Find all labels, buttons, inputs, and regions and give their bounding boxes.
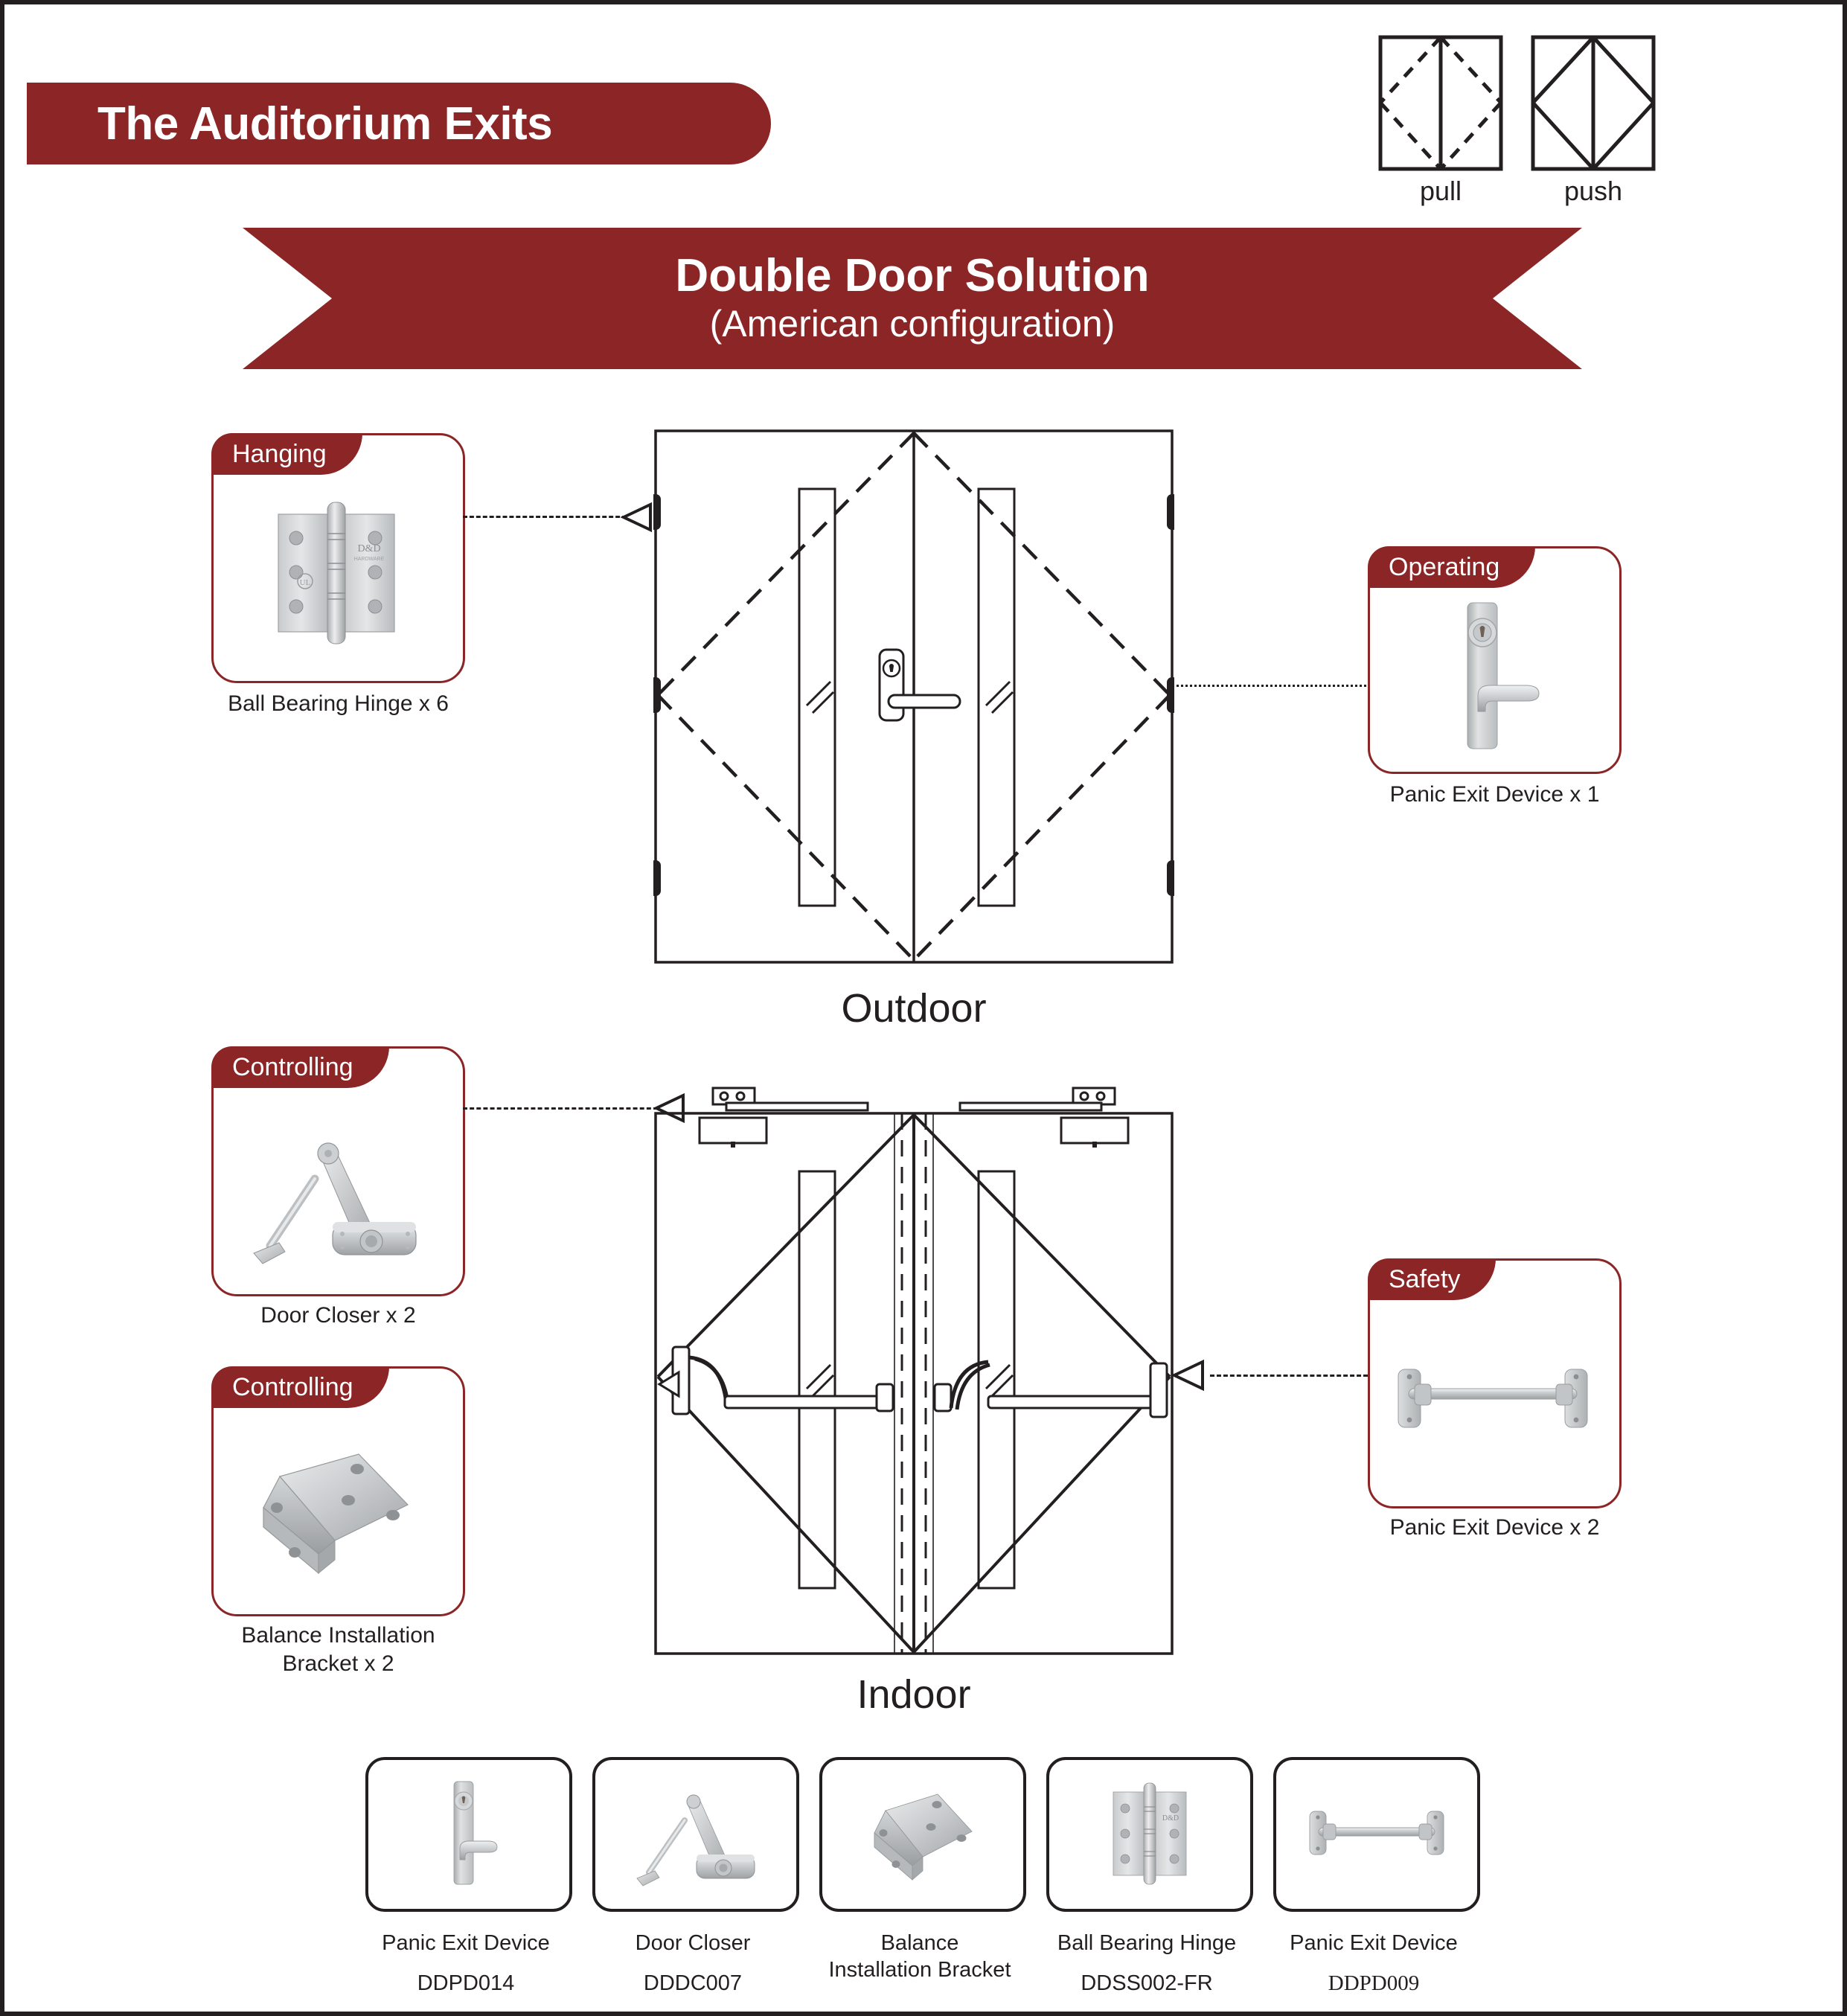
outdoor-section-label: Outdoor <box>841 986 987 1031</box>
page-title-banner: The Auditorium Exits <box>27 83 771 164</box>
product-card: D&D <box>1046 1757 1253 1912</box>
product-card <box>819 1757 1026 1912</box>
product-name: Panic Exit Device <box>382 1931 550 1955</box>
ribbon-subtitle: (American configuration) <box>709 302 1115 345</box>
door-closer-icon <box>633 1777 759 1892</box>
product-code: DDDC007 <box>643 1971 743 1995</box>
callout-tag-safety: Safety <box>1368 1258 1497 1300</box>
product-card <box>1273 1757 1480 1912</box>
callout-tag-controlling-2: Controlling <box>211 1366 389 1408</box>
callout-caption-panic2: Panic Exit Device x 2 <box>1389 1515 1600 1540</box>
product-code: DDPD009 <box>1328 1971 1420 1995</box>
poster-page: The Auditorium Exits pull push Double Do… <box>0 0 1847 2016</box>
leader-line-safety <box>1210 1375 1368 1377</box>
product-card <box>365 1757 572 1912</box>
product-card <box>592 1757 799 1912</box>
panic-push-bar-icon <box>1302 1799 1451 1870</box>
push-diagram-icon <box>1530 34 1656 172</box>
callout-safety: Safety Panic Exit Device x 2 <box>1368 1258 1622 1540</box>
svg-text:UL: UL <box>299 578 310 587</box>
ball-bearing-hinge-icon: D&D <box>1101 1777 1198 1892</box>
product-name: Panic Exit Device <box>1290 1931 1458 1955</box>
product-name-line2: Installation Bracket <box>828 1958 1011 1983</box>
product-name: Balance Installation Bracket <box>808 1930 1031 1984</box>
balance-bracket-icon <box>214 1404 458 1610</box>
callout-controlling-closer: Controlling Door Closer x 2 <box>211 1046 465 1328</box>
panic-push-bar-icon <box>1370 1296 1615 1502</box>
outdoor-door-diagram <box>653 429 1174 964</box>
leader-line-hanging <box>463 516 627 518</box>
callout-caption-hinge: Ball Bearing Hinge x 6 <box>228 691 449 716</box>
door-closer-icon <box>214 1084 458 1290</box>
balance-bracket-icon <box>863 1782 982 1887</box>
leader-arrow-hanging <box>621 502 652 533</box>
svg-text:D&D: D&D <box>357 543 380 554</box>
indoor-door-diagram <box>653 1076 1174 1657</box>
product-name: Door Closer <box>635 1931 751 1955</box>
product-name: Ball Bearing Hinge <box>1057 1931 1237 1955</box>
callout-tag-hanging: Hanging <box>211 433 362 475</box>
leader-line-closer <box>463 1107 658 1110</box>
callout-operating: Operating Panic Exit Device x 1 <box>1368 546 1622 807</box>
callout-tag-controlling-1: Controlling <box>211 1046 389 1088</box>
leader-arrow-safety <box>1171 1360 1204 1391</box>
lever-trim-escutcheon-icon <box>1370 584 1615 769</box>
callout-caption-panic1: Panic Exit Device x 1 <box>1389 782 1600 807</box>
callout-caption-bracket: Balance Installation Bracket x 2 <box>241 1623 435 1676</box>
section-ribbon: Double Door Solution (American configura… <box>243 228 1582 369</box>
ball-bearing-hinge-icon: D&D HARDWARE UL <box>214 470 458 676</box>
pull-label: pull <box>1419 176 1462 206</box>
pull-diagram-icon <box>1377 34 1504 172</box>
page-title: The Auditorium Exits <box>97 97 553 150</box>
product-strip: Panic Exit Device DDPD014 Door Closer DD… <box>354 1757 1493 1995</box>
product-code: DDPD014 <box>417 1971 515 1995</box>
indoor-section-label: Indoor <box>857 1672 971 1717</box>
callout-caption-closer: Door Closer x 2 <box>260 1303 416 1328</box>
callout-hanging: Hanging D&D HARDWARE UL Ball Bearing Hin… <box>211 433 465 716</box>
callout-tag-operating: Operating <box>1368 546 1536 588</box>
svg-text:HARDWARE: HARDWARE <box>353 557 384 562</box>
pull-push-legend: pull push <box>1377 27 1675 213</box>
svg-text:D&D: D&D <box>1162 1814 1179 1823</box>
push-label: push <box>1563 176 1623 206</box>
callout-controlling-bracket: Controlling Balance Installation Bracket… <box>211 1366 465 1676</box>
product-name-line1: Balance <box>880 1931 959 1955</box>
lever-trim-escutcheon-icon <box>435 1777 503 1892</box>
product-code: DDSS002-FR <box>1081 1971 1213 1995</box>
ribbon-title: Double Door Solution <box>675 249 1150 301</box>
